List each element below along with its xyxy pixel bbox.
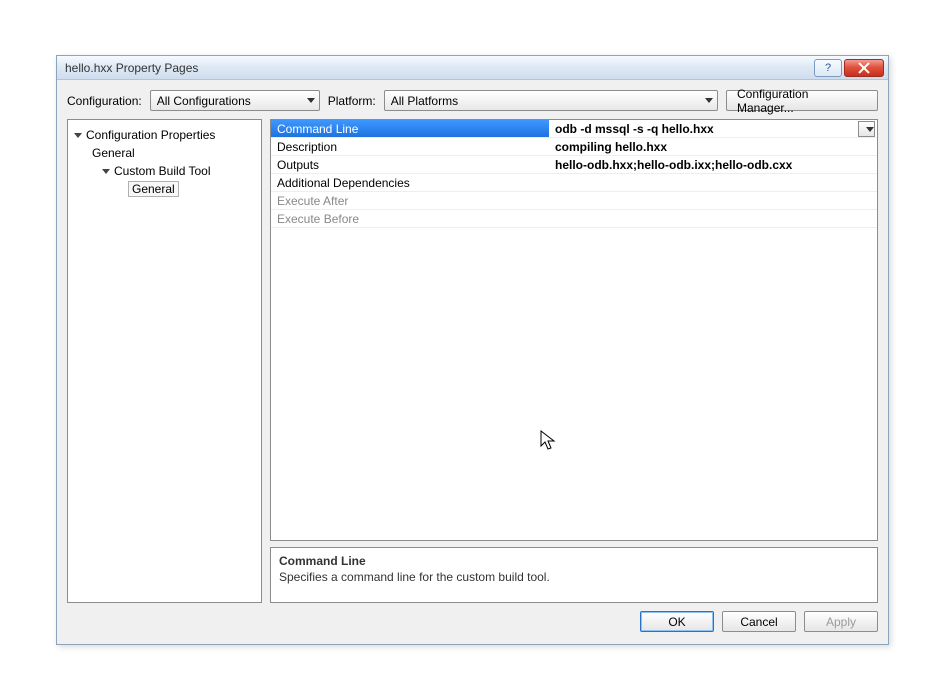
tree-item-general[interactable]: General — [72, 144, 257, 162]
tree-item-cbt-general[interactable]: General — [72, 180, 257, 198]
property-name: Outputs — [271, 156, 549, 173]
chevron-down-icon — [866, 127, 874, 132]
property-name: Execute Before — [271, 210, 549, 227]
ok-button[interactable]: OK — [640, 611, 714, 632]
help-button[interactable]: ? — [814, 59, 842, 77]
configuration-label: Configuration: — [67, 94, 142, 108]
window-title: hello.hxx Property Pages — [65, 61, 812, 75]
tree-item-custom-build-tool[interactable]: Custom Build Tool — [72, 162, 257, 180]
platform-dropdown[interactable]: All Platforms — [384, 90, 718, 111]
property-row[interactable]: Execute Before — [271, 210, 877, 228]
property-name: Execute After — [271, 192, 549, 209]
property-pages-dialog: hello.hxx Property Pages ? Configuration… — [56, 55, 889, 645]
configuration-dropdown[interactable]: All Configurations — [150, 90, 320, 111]
property-grid[interactable]: Command Lineodb -d mssql -s -q hello.hxx… — [270, 119, 878, 541]
close-button[interactable] — [844, 59, 884, 77]
chevron-down-icon — [307, 98, 315, 103]
property-value[interactable]: hello-odb.hxx;hello-odb.ixx;hello-odb.cx… — [549, 156, 877, 173]
property-row[interactable]: Outputshello-odb.hxx;hello-odb.ixx;hello… — [271, 156, 877, 174]
dialog-footer: OK Cancel Apply — [57, 611, 888, 644]
platform-value: All Platforms — [391, 94, 699, 108]
property-value[interactable] — [549, 174, 877, 191]
value-dropdown-button[interactable] — [858, 121, 875, 137]
content-area: Configuration Properties General Custom … — [57, 119, 888, 611]
property-row[interactable]: Command Lineodb -d mssql -s -q hello.hxx — [271, 120, 877, 138]
category-tree[interactable]: Configuration Properties General Custom … — [67, 119, 262, 603]
property-row[interactable]: Descriptioncompiling hello.hxx — [271, 138, 877, 156]
apply-button[interactable]: Apply — [804, 611, 878, 632]
help-description: Specifies a command line for the custom … — [279, 570, 869, 584]
property-value[interactable]: odb -d mssql -s -q hello.hxx — [549, 120, 877, 137]
property-name: Command Line — [271, 120, 549, 137]
expander-icon — [102, 169, 110, 174]
chevron-down-icon — [705, 98, 713, 103]
property-value[interactable] — [549, 210, 877, 227]
property-value[interactable] — [549, 192, 877, 209]
close-icon — [858, 62, 870, 74]
cancel-button[interactable]: Cancel — [722, 611, 796, 632]
right-column: Command Lineodb -d mssql -s -q hello.hxx… — [270, 119, 878, 603]
help-title: Command Line — [279, 554, 869, 568]
config-toolbar: Configuration: All Configurations Platfo… — [57, 80, 888, 119]
expander-icon — [74, 133, 82, 138]
configuration-manager-button[interactable]: Configuration Manager... — [726, 90, 878, 111]
property-name: Description — [271, 138, 549, 155]
tree-item-config-props[interactable]: Configuration Properties — [72, 126, 257, 144]
property-value[interactable]: compiling hello.hxx — [549, 138, 877, 155]
titlebar: hello.hxx Property Pages ? — [57, 56, 888, 80]
property-row[interactable]: Execute After — [271, 192, 877, 210]
platform-label: Platform: — [328, 94, 376, 108]
property-name: Additional Dependencies — [271, 174, 549, 191]
configuration-value: All Configurations — [157, 94, 301, 108]
help-panel: Command Line Specifies a command line fo… — [270, 547, 878, 603]
property-row[interactable]: Additional Dependencies — [271, 174, 877, 192]
